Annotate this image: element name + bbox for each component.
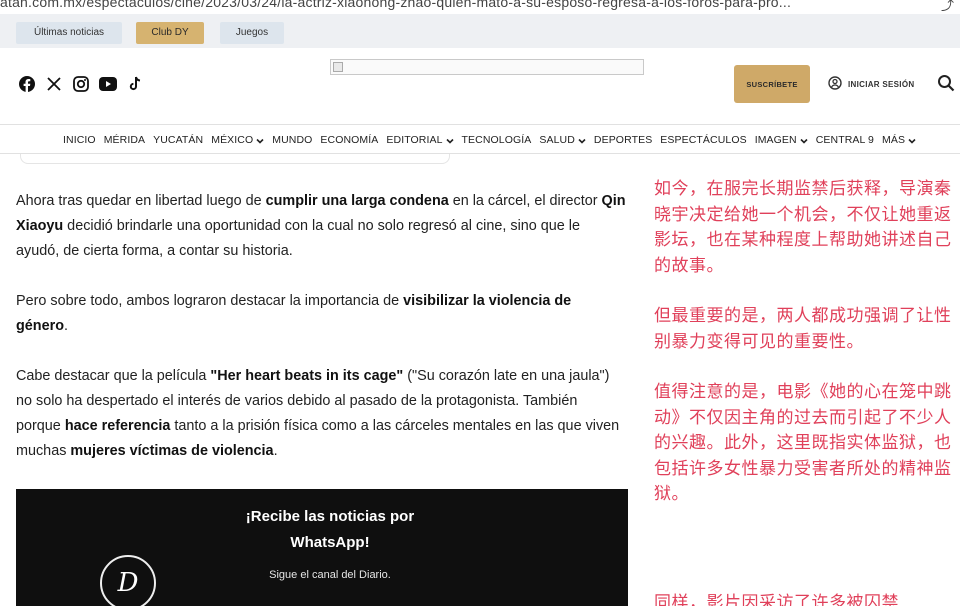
nav-item-yucatán[interactable]: YUCATÁN (153, 134, 203, 146)
tab-games[interactable]: Juegos (220, 22, 284, 44)
nav-item-label: ESPECTÁCULOS (660, 134, 747, 146)
diario-logo: D (100, 555, 156, 606)
card-edge (20, 154, 450, 164)
nav-item-label: CENTRAL 9 (815, 134, 874, 146)
whatsapp-title-line-2: WhatsApp! (290, 534, 370, 551)
nav-item-deportes[interactable]: DEPORTES (594, 134, 652, 146)
translation-paragraph-1: 如今，在服完长期监禁后获释，导演秦晓宇决定给她一个机会，不仅让她重返影坛，也在某… (654, 179, 952, 276)
x-icon[interactable] (45, 75, 63, 93)
nav-item-label: IMAGEN (754, 134, 797, 146)
ad-placeholder-image (330, 59, 644, 75)
instagram-icon[interactable] (72, 75, 90, 93)
tiktok-icon[interactable] (126, 75, 144, 93)
youtube-icon[interactable] (99, 75, 117, 93)
nav-item-espectáculos[interactable]: ESPECTÁCULOS (660, 134, 746, 146)
tab-club-dy[interactable]: Club DY (136, 22, 204, 44)
nav-item-economía[interactable]: ECONOMÍA (320, 134, 378, 146)
social-icons (18, 75, 144, 93)
login-button[interactable]: INICIAR SESIÓN (828, 75, 914, 93)
article-paragraph-2: Pero sobre todo, ambos lograron destacar… (16, 293, 572, 334)
translation-paragraph-3: 值得注意的是，电影《她的心在笼中跳动》不仅因主角的过去而引起了不少人的兴趣。此外… (654, 382, 952, 504)
nav-item-salud[interactable]: SALUD (539, 134, 586, 146)
article-body: Ahora tras quedar en libertad luego de c… (16, 189, 626, 489)
nav-item-imagen[interactable]: IMAGEN (755, 134, 808, 146)
whatsapp-promo-box[interactable]: ¡Recibe las noticias por WhatsApp! Sigue… (16, 489, 628, 606)
chevron-down-icon (578, 136, 586, 144)
nav-item-méxico[interactable]: MÉXICO (211, 134, 264, 146)
nav-item-label: MÉXICO (211, 134, 254, 146)
subscribe-button[interactable]: SUSCRÍBETE (734, 65, 810, 103)
nav-item-mérida[interactable]: MÉRIDA (104, 134, 145, 146)
nav-item-tecnología[interactable]: TECNOLOGÍA (462, 134, 532, 146)
translation-paragraph-2: 但最重要的是，两人都成功强调了让性别暴力变得可见的重要性。 (654, 306, 952, 352)
nav-item-label: EDITORIAL (386, 134, 443, 146)
nav-item-mundo[interactable]: MUNDO (272, 134, 312, 146)
nav-items: INICIO MÉRIDA YUCATÁN MÉXICO MUNDO ECONOMÍA ED… (63, 125, 916, 155)
whatsapp-title-line-1: ¡Recibe las noticias por (245, 508, 415, 525)
nav-item-label: YUCATÁN (153, 134, 204, 146)
share-icon[interactable]: ⤴ (941, 0, 954, 14)
user-icon (828, 76, 842, 92)
chevron-down-icon (445, 136, 454, 144)
top-tabs-bar: Últimas noticias Club DY Juegos (0, 14, 960, 48)
site-header: SUSCRÍBETE INICIAR SESIÓN (0, 48, 960, 124)
nav-item-label: MÉRIDA (103, 134, 146, 146)
nav-item-más[interactable]: MÁS (882, 134, 916, 146)
chevron-down-icon (256, 136, 264, 144)
login-label: INICIAR SESIÓN (848, 79, 915, 89)
broken-image-icon (333, 62, 343, 72)
nav-item-label: INICIO (63, 134, 96, 146)
nav-item-editorial[interactable]: EDITORIAL (386, 134, 454, 146)
chevron-down-icon (908, 136, 916, 144)
translation-column: 如今，在服完长期监禁后获释，导演秦晓宇决定给她一个机会，不仅让她重返影坛，也在某… (654, 177, 954, 606)
nav-item-label: ECONOMÍA (320, 134, 379, 146)
search-icon[interactable] (937, 74, 955, 94)
article-paragraph-3: Cabe destacar que la película "Her heart… (16, 368, 620, 459)
facebook-icon[interactable] (18, 75, 36, 93)
nav-item-label: DEPORTES (593, 134, 653, 146)
nav-item-central-9[interactable]: CENTRAL 9 (816, 134, 874, 146)
browser-url-bar[interactable]: atan.com.mx/espectaculos/cine/2023/03/24… (0, 0, 960, 14)
nav-item-label: MUNDO (272, 134, 313, 146)
nav-item-label: MÁS (882, 134, 906, 146)
article-paragraph-1: Ahora tras quedar en libertad luego de c… (16, 193, 626, 259)
tab-latest-news[interactable]: Últimas noticias (16, 22, 122, 44)
url-text[interactable]: atan.com.mx/espectaculos/cine/2023/03/24… (0, 0, 791, 10)
nav-item-label: SALUD (539, 134, 575, 146)
main-navigation: INICIO MÉRIDA YUCATÁN MÉXICO MUNDO ECONOMÍA ED… (0, 124, 960, 154)
nav-item-label: TECNOLOGÍA (461, 134, 532, 146)
nav-item-inicio[interactable]: INICIO (63, 134, 96, 146)
chevron-down-icon (800, 136, 808, 144)
translation-paragraph-4: 同样，影片因采访了许多被囚禁 (654, 593, 899, 606)
